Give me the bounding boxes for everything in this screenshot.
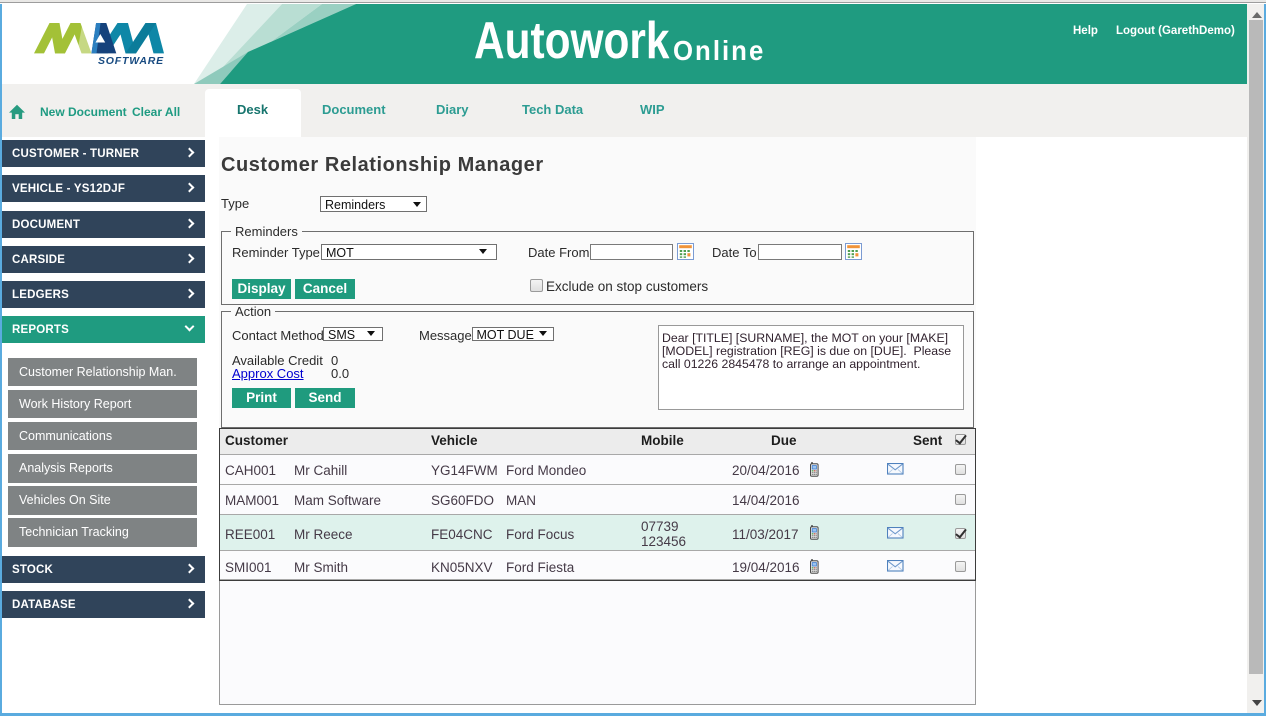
svg-text:SOFTWARE: SOFTWARE (98, 55, 164, 66)
